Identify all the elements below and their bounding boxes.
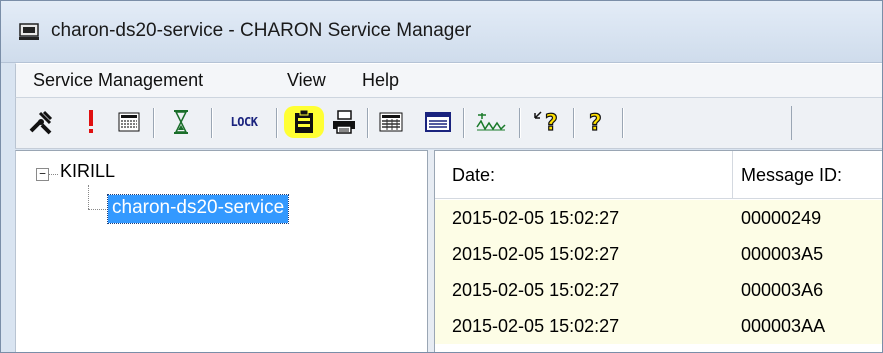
toolbar-separator [153, 108, 154, 138]
log-list[interactable]: Date: Message ID: 2015-02-05 15:02:27 00… [435, 150, 882, 352]
svg-text:?: ? [589, 111, 602, 136]
app-window: charon-ds20-service - CHARON Service Man… [0, 0, 883, 353]
pane-splitter[interactable] [427, 150, 435, 352]
menu-help[interactable]: Help [362, 70, 399, 91]
title-bar[interactable]: charon-ds20-service - CHARON Service Man… [1, 1, 882, 63]
alert-button[interactable] [74, 105, 108, 139]
toolbar-separator [367, 108, 368, 138]
tree-collapse-toggle[interactable]: − [36, 168, 49, 181]
clipboard-button[interactable] [284, 106, 324, 138]
cell-message-id: 000003A6 [741, 280, 824, 300]
clipboard-icon [295, 109, 313, 133]
help-icon: ? [588, 110, 602, 136]
help-button[interactable]: ? [581, 105, 615, 139]
toolbar-end-divider [791, 106, 792, 140]
cell-date: 2015-02-05 15:02:27 [452, 208, 620, 228]
context-help-icon: ? [534, 110, 558, 136]
waveform-icon [476, 113, 506, 131]
log-rows: 2015-02-05 15:02:27 00000249 2015-02-05 … [435, 200, 882, 344]
grid-view-button[interactable] [374, 105, 408, 139]
alert-icon [89, 110, 93, 133]
hourglass-icon [174, 110, 188, 134]
table-row[interactable]: 2015-02-05 15:02:27 000003AA [435, 308, 882, 344]
window-button[interactable] [421, 105, 455, 139]
menu-view[interactable]: View [287, 70, 326, 91]
menu-service-management[interactable]: Service Management [33, 70, 203, 91]
window-icon [425, 112, 451, 132]
svg-text:?: ? [545, 111, 558, 136]
column-divider[interactable] [732, 151, 733, 199]
lock-button[interactable]: LOCK [221, 105, 267, 139]
grid-view-icon [379, 112, 403, 132]
toolbar-separator [463, 108, 464, 138]
tree-node-charon-ds20-service[interactable]: charon-ds20-service [106, 194, 290, 224]
tree-connector [49, 174, 58, 175]
cell-message-id: 000003AA [741, 316, 826, 336]
window-title: charon-ds20-service - CHARON Service Man… [51, 20, 472, 41]
toolbar-separator [519, 108, 520, 138]
table-row[interactable]: 2015-02-05 15:02:27 000003A6 [435, 272, 882, 308]
computer-monitor-icon [19, 23, 39, 40]
toolbar-separator [622, 108, 623, 138]
hourglass-button[interactable] [164, 105, 198, 139]
print-button[interactable] [327, 105, 361, 139]
grid-list-button[interactable] [112, 105, 146, 139]
cell-message-id: 00000249 [741, 208, 822, 228]
toolbar-separator [211, 108, 212, 138]
menu-bar: Service Management View Help [15, 63, 882, 97]
tree-node-kirill[interactable]: KIRILL [60, 161, 115, 182]
tree-connector [88, 209, 108, 210]
cell-date: 2015-02-05 15:02:27 [452, 244, 620, 264]
cell-message-id: 000003A5 [741, 244, 824, 264]
context-help-button[interactable]: ? [531, 105, 565, 139]
tree-connector [88, 185, 89, 209]
toolbar-separator [276, 108, 277, 138]
service-tree[interactable]: − KIRILL charon-ds20-service [15, 150, 427, 352]
column-header-message-id[interactable]: Message ID: [741, 165, 842, 186]
waveform-button[interactable] [471, 105, 511, 139]
column-header-date[interactable]: Date: [452, 165, 495, 186]
list-header: Date: Message ID: [435, 151, 882, 199]
tools-button[interactable] [24, 105, 58, 139]
table-row[interactable]: 2015-02-05 15:02:27 00000249 [435, 200, 882, 236]
cell-date: 2015-02-05 15:02:27 [452, 316, 620, 336]
grid-list-icon [118, 112, 140, 132]
cell-date: 2015-02-05 15:02:27 [452, 280, 620, 300]
toolbar-separator [573, 108, 574, 138]
printer-icon [333, 110, 355, 134]
lock-icon: LOCK [230, 115, 258, 129]
table-row[interactable]: 2015-02-05 15:02:27 000003A5 [435, 236, 882, 272]
toolbar: LOCK ? ? [15, 97, 882, 149]
tools-icon [29, 110, 53, 135]
